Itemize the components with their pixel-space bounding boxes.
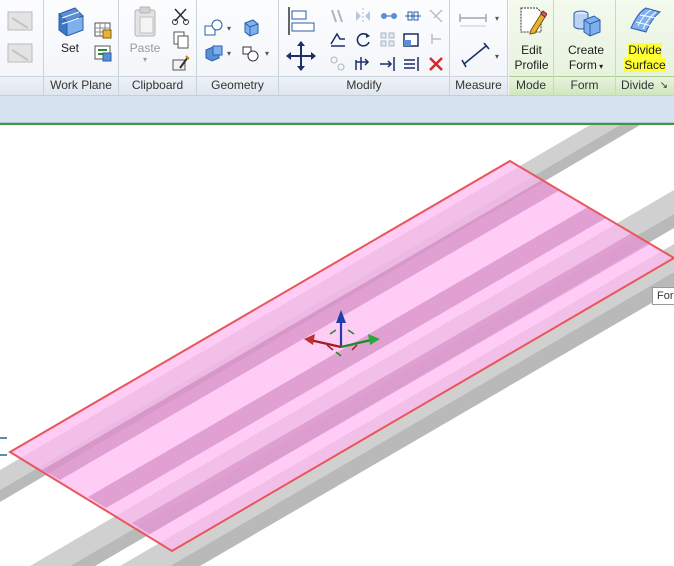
panel-label-divide: Divide ↘: [616, 76, 674, 95]
dialog-launcher-icon[interactable]: ↘: [660, 77, 668, 94]
panel-divide: Divide Surface Divide ↘: [616, 0, 674, 95]
mirror-axis-icon[interactable]: [353, 6, 375, 26]
create-form-label-text: Form: [568, 58, 597, 72]
extend-icon[interactable]: [378, 54, 400, 74]
panel-label-clipboard: Clipboard: [119, 76, 196, 95]
mirror-draw-icon[interactable]: [378, 6, 400, 26]
panel-label-mode: Mode: [509, 76, 553, 95]
edit-profile-icon: [520, 7, 547, 35]
dimmed-tool-icon[interactable]: [2, 6, 40, 70]
set-work-plane-icon: [58, 7, 84, 36]
panel-form: Create Form ▾ Form: [554, 0, 616, 95]
measure-icon[interactable]: [456, 8, 496, 28]
divide-surface-icon: [630, 7, 662, 33]
panel-label-divide-text: Divide: [621, 78, 655, 92]
cut-geometry-icon[interactable]: [241, 18, 263, 38]
align-icon[interactable]: [285, 5, 317, 37]
set-work-plane-button[interactable]: Set: [50, 6, 90, 56]
match-type-icon[interactable]: [171, 54, 193, 74]
trim-icon[interactable]: [378, 30, 400, 50]
copy-icon[interactable]: [171, 30, 193, 50]
ribbon: Set Work Plane Paste ▾ Clipboard ▾ ▾ ▾ G…: [0, 0, 674, 96]
3d-viewport[interactable]: For: [0, 125, 674, 566]
delete-icon[interactable]: [426, 54, 448, 74]
create-form-icon: [573, 10, 601, 37]
pin-dimmed-icon[interactable]: [426, 6, 448, 26]
create-form-dropdown-arrow[interactable]: ▾: [597, 62, 603, 71]
dimension-icon[interactable]: [456, 40, 496, 70]
split-icon[interactable]: [241, 43, 263, 63]
paste-dropdown-arrow[interactable]: ▾: [126, 56, 164, 64]
split-dropdown-arrow[interactable]: ▾: [265, 49, 269, 58]
show-work-plane-icon[interactable]: [93, 20, 115, 40]
panel-measure: ▾ ▾ Measure: [450, 0, 508, 95]
array-dimmed-icon[interactable]: [328, 54, 350, 74]
panel-work-plane: Set Work Plane: [44, 0, 119, 95]
extend-multiple-icon[interactable]: [402, 54, 424, 74]
panel-partial: [0, 0, 44, 95]
join-icon[interactable]: [203, 43, 225, 63]
edit-profile-button[interactable]: Edit Profile: [510, 4, 553, 73]
move-icon[interactable]: [285, 40, 317, 72]
divide-surface-button[interactable]: Divide Surface: [619, 4, 671, 73]
panel-label-work-plane: Work Plane: [44, 76, 118, 95]
split-element-icon[interactable]: [402, 6, 424, 26]
panel-label-measure: Measure: [450, 76, 507, 95]
copy-element-icon[interactable]: [328, 30, 350, 50]
set-label: Set: [60, 41, 79, 55]
reference-plane-icon[interactable]: [93, 43, 115, 63]
unpin-dimmed-icon[interactable]: [426, 30, 448, 50]
cope-dropdown-arrow[interactable]: ▾: [227, 24, 231, 33]
cope-icon[interactable]: [203, 18, 225, 38]
edge-marker-icon[interactable]: [0, 437, 7, 456]
panel-label-modify: Modify: [279, 76, 449, 95]
edit-profile-label-line1: Edit: [521, 43, 542, 57]
model-canvas[interactable]: [0, 125, 674, 566]
rotate-icon[interactable]: [353, 30, 375, 50]
join-dropdown-arrow[interactable]: ▾: [227, 49, 231, 58]
panel-geometry: ▾ ▾ ▾ Geometry: [197, 0, 279, 95]
edit-profile-label-line2: Profile: [514, 58, 549, 72]
dimension-dropdown-arrow[interactable]: ▾: [495, 52, 499, 61]
offset-icon[interactable]: [328, 6, 350, 26]
create-form-label-line2: Form ▾: [560, 58, 612, 74]
create-form-label-line1: Create: [567, 43, 605, 57]
panel-label-geometry: Geometry: [197, 76, 278, 95]
panel-label-partial: [0, 76, 43, 95]
paste-label: Paste: [129, 41, 161, 55]
panel-modify: Modify: [279, 0, 450, 95]
tooltip: For: [652, 287, 674, 305]
panel-mode: Edit Profile Mode: [509, 0, 554, 95]
scale-icon[interactable]: [402, 30, 424, 50]
panel-label-form: Form: [554, 76, 615, 95]
measure-dropdown-arrow[interactable]: ▾: [495, 14, 499, 23]
paste-icon: [134, 6, 156, 37]
cut-icon[interactable]: [171, 6, 193, 26]
paste-button[interactable]: Paste ▾: [126, 6, 164, 64]
divide-surface-label-line2: Surface: [624, 58, 666, 72]
trim-extend-icon[interactable]: [353, 54, 375, 74]
options-bar: [0, 96, 674, 123]
create-form-button[interactable]: Create Form ▾: [560, 4, 612, 74]
divide-surface-label-line1: Divide: [628, 43, 662, 57]
panel-clipboard: Paste ▾ Clipboard: [119, 0, 197, 95]
